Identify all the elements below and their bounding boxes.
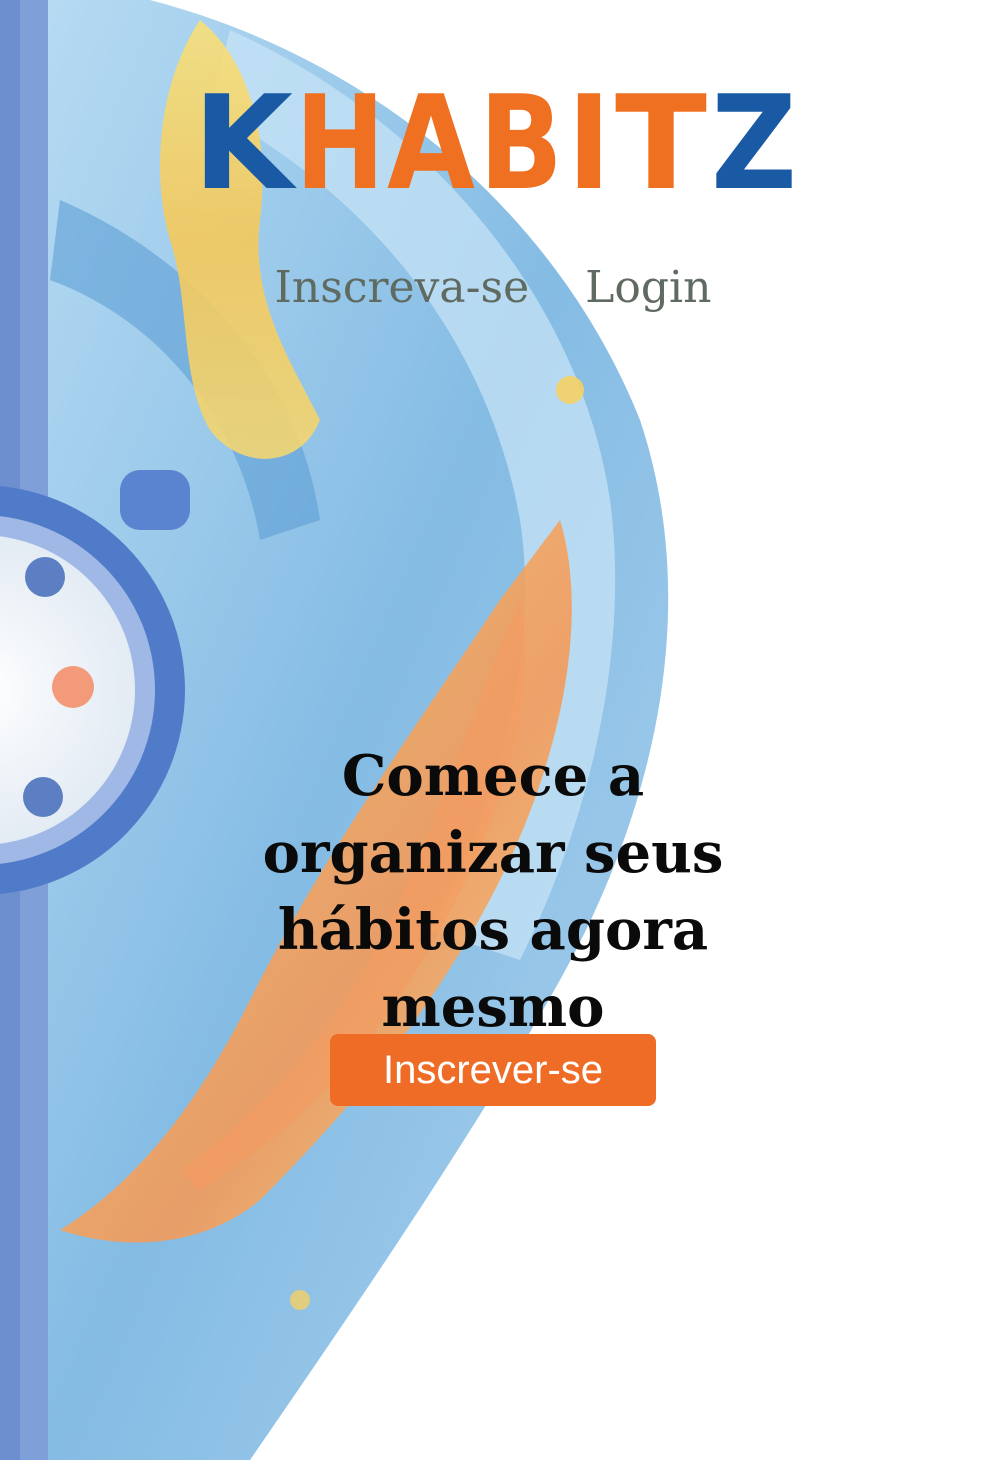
logo-letter-i: I	[567, 80, 611, 192]
landing-page: K H A B I T Z Inscreva-se Login Comece a…	[0, 0, 986, 1460]
nav-login-link[interactable]: Login	[585, 262, 711, 313]
nav-signup-link[interactable]: Inscreva-se	[275, 262, 530, 313]
logo-letter-b: B	[479, 80, 563, 192]
khabitz-logo[interactable]: K H A B I T Z	[193, 80, 797, 192]
clock-paint-background-image	[0, 0, 986, 1460]
hero-headline: Comece a organizar seus hábitos agora me…	[262, 743, 724, 1040]
logo-letter-h: H	[295, 80, 385, 192]
logo-letter-z: Z	[711, 80, 797, 192]
signup-cta-button[interactable]: Inscrever-se	[330, 1034, 656, 1106]
logo-letter-t: T	[615, 80, 707, 192]
top-nav: Inscreva-se Login	[0, 262, 986, 313]
logo-letter-k: K	[193, 80, 297, 192]
logo-letter-a: A	[387, 80, 475, 192]
